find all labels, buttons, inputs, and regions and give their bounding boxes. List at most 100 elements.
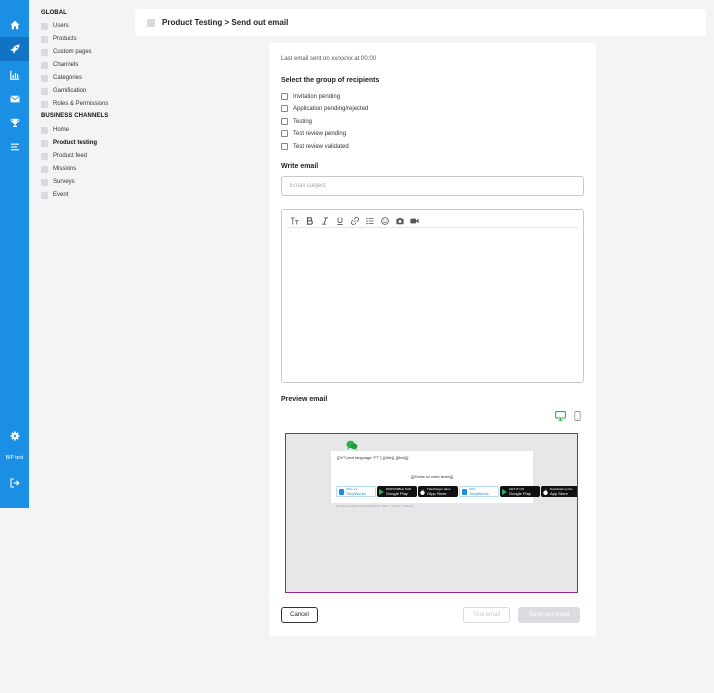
menu-item-event[interactable]: Event	[41, 190, 68, 200]
logout-icon[interactable]	[7, 475, 22, 490]
menu-square-icon	[41, 126, 48, 134]
underline-icon[interactable]	[332, 216, 347, 226]
gear-icon[interactable]	[7, 428, 22, 443]
checkbox[interactable]	[281, 105, 288, 112]
send-out-email-button[interactable]: Send out email	[518, 607, 580, 623]
email-body-editor[interactable]	[281, 209, 584, 383]
menu-item-product-testing[interactable]: Product testing	[41, 138, 97, 148]
email-subject-input[interactable]	[281, 176, 584, 196]
menu-square-icon	[41, 191, 48, 199]
cancel-button[interactable]: Cancel	[281, 607, 318, 623]
menu-item-label: Custom pages	[53, 49, 92, 55]
menu-square-icon	[41, 35, 48, 43]
checkbox[interactable]	[281, 93, 288, 100]
menu-item-categories[interactable]: Categories	[41, 73, 82, 83]
menu-item-custom-pages[interactable]: Custom pages	[41, 47, 92, 57]
main-nav-rail: BIP test	[0, 0, 29, 508]
app-store-badge[interactable]: Download on the App Store	[541, 486, 577, 497]
menu-item-product-feed[interactable]: Product feed	[41, 151, 87, 161]
emoji-icon[interactable]	[377, 216, 392, 226]
menu-item-label: Channels	[53, 62, 79, 68]
trophy-icon[interactable]	[7, 115, 22, 130]
breadcrumb-bar: Product Testing > Send out email	[135, 9, 706, 36]
recipient-option-application-pending[interactable]: Application pending/rejected	[281, 104, 368, 113]
write-email-title: Write email	[281, 163, 319, 170]
google-play-icon	[502, 488, 507, 495]
menu-square-icon	[41, 165, 48, 173]
menu-heading-global: GLOBAL	[41, 10, 67, 16]
mail-icon[interactable]	[7, 91, 22, 106]
page-square-icon	[147, 18, 155, 27]
tobyworks-logo-icon	[462, 488, 467, 495]
recipient-label: Testing	[293, 118, 313, 125]
preview-text-placeholder: [{{Ecrire ici votre texte}}]	[410, 474, 454, 479]
send-email-card: Last email sent on xx/xx/xx at 00:00 Sel…	[269, 43, 596, 636]
google-play-badge[interactable]: DISPONIBLE SUR Google Play	[377, 486, 417, 497]
preview-footer: {{# Cand endtriconditionsOptions "Sub" =…	[336, 504, 414, 508]
badge-bottom: TobyWorks	[346, 491, 366, 496]
menu-item-label: Gamification	[53, 88, 87, 94]
badge-bottom: TobyWorks	[469, 491, 489, 496]
tobyworks-badge[interactable]: Offre TobyWorks	[459, 486, 499, 497]
rocket-icon[interactable]	[0, 37, 29, 61]
test-email-button[interactable]: Test email	[463, 607, 510, 623]
tobyworks-badge[interactable]: Offre sur TobyWorks	[336, 486, 376, 497]
menu-item-label: Surveys	[53, 179, 75, 185]
menu-item-label: Product feed	[53, 153, 88, 159]
menu-item-home[interactable]: Home	[41, 125, 69, 135]
editor-content-area[interactable]	[288, 232, 577, 376]
desktop-icon[interactable]	[554, 410, 566, 422]
menu-item-label: Event	[53, 192, 69, 198]
menu-item-label: Roles & Permissions	[53, 101, 109, 107]
menu-item-label: Categories	[53, 75, 83, 81]
menu-heading-business: BUSINESS CHANNELS	[41, 113, 109, 119]
video-icon[interactable]	[407, 216, 422, 226]
menu-item-missions[interactable]: Missions	[41, 164, 76, 174]
bullet-list-icon[interactable]	[362, 216, 377, 226]
mobile-icon[interactable]	[571, 410, 583, 422]
italic-icon[interactable]	[317, 216, 332, 226]
link-icon[interactable]	[347, 216, 362, 226]
badge-bottom: l'App Store	[427, 491, 447, 496]
checkbox[interactable]	[281, 130, 288, 137]
image-icon[interactable]	[392, 216, 407, 226]
recipient-option-test-review-validated[interactable]: Test review validated	[281, 142, 349, 151]
recipient-option-test-review-pending[interactable]: Test review pending	[281, 129, 346, 138]
checkbox[interactable]	[281, 143, 288, 150]
badge-bottom: Google Play	[509, 491, 531, 496]
app-store-badge[interactable]: Télécharger dans l'App Store	[418, 486, 458, 497]
menu-square-icon	[41, 22, 48, 30]
home-icon[interactable]	[7, 17, 22, 32]
google-play-icon	[379, 488, 384, 495]
menu-item-gamification[interactable]: Gamification	[41, 86, 86, 96]
menu-item-channels[interactable]: Channels	[41, 60, 78, 70]
list-icon[interactable]	[7, 139, 22, 154]
menu-square-icon	[41, 87, 48, 95]
menu-square-icon	[41, 61, 48, 69]
recipient-option-testing[interactable]: Testing	[281, 117, 312, 126]
google-play-badge[interactable]: GET IT ON Google Play	[500, 486, 540, 497]
bold-icon[interactable]	[302, 216, 317, 226]
menu-item-roles-permissions[interactable]: Roles & Permissions	[41, 99, 108, 109]
recipient-option-invitation-pending[interactable]: Invitation pending	[281, 92, 340, 101]
text-size-icon[interactable]	[287, 216, 302, 226]
badge-bottom: Google Play	[386, 491, 408, 496]
tobyworks-logo-icon	[339, 488, 344, 495]
section-menu: GLOBAL Users Products Custom pages Chann…	[29, 0, 129, 693]
menu-item-label: Home	[53, 127, 70, 133]
menu-item-products[interactable]: Products	[41, 34, 77, 44]
menu-item-label: Users	[53, 23, 69, 29]
menu-item-surveys[interactable]: Surveys	[41, 177, 75, 187]
menu-item-users[interactable]: Users	[41, 21, 69, 31]
chart-icon[interactable]	[7, 67, 22, 82]
last-sent-info: Last email sent on xx/xx/xx at 00:00	[281, 56, 377, 62]
menu-item-label: Product testing	[53, 140, 98, 146]
menu-square-icon	[41, 178, 48, 186]
apple-icon	[543, 489, 548, 495]
device-toggle	[549, 410, 583, 422]
apple-icon	[420, 489, 425, 495]
preview-greeting: [{%"Cand language "FT"} {{title}} {{firs…	[337, 455, 409, 460]
menu-square-icon	[41, 48, 48, 56]
checkbox[interactable]	[281, 118, 288, 125]
badge-bottom: App Store	[550, 491, 568, 496]
